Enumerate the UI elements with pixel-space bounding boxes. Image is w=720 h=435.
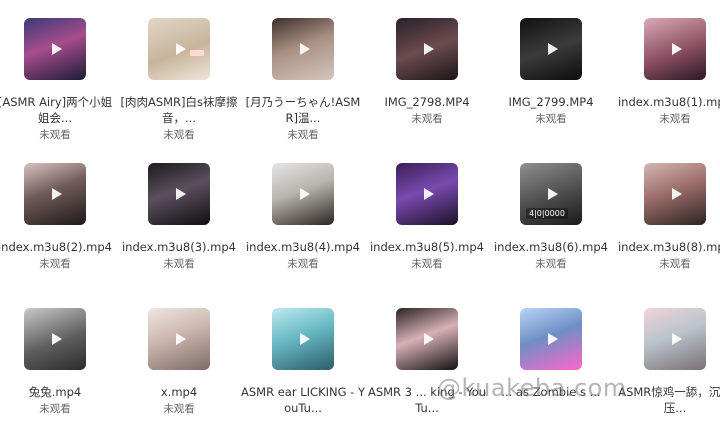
play-icon	[672, 188, 682, 200]
video-thumbnail[interactable]	[520, 18, 582, 80]
video-thumbnail[interactable]	[148, 18, 210, 80]
play-icon	[548, 333, 558, 345]
video-thumbnail[interactable]	[396, 163, 458, 225]
video-thumbnail[interactable]	[148, 163, 210, 225]
video-thumbnail[interactable]	[644, 18, 706, 80]
video-thumbnail[interactable]	[644, 163, 706, 225]
video-title[interactable]: index.m3u8(3).mp4	[117, 239, 241, 255]
video-tile[interactable]: ... as Zombie s ...	[489, 308, 613, 402]
video-title[interactable]: index.m3u8(4).mp4	[241, 239, 365, 255]
video-thumbnail[interactable]	[272, 163, 334, 225]
video-title[interactable]: index.m3u8(5).mp4	[365, 239, 489, 255]
watch-status: 未观看	[535, 258, 567, 270]
video-tile[interactable]: index.m3u8(8).mp4 未观看	[613, 163, 720, 271]
video-thumbnail[interactable]	[24, 163, 86, 225]
play-icon	[300, 43, 310, 55]
video-title[interactable]: index.m3u8(6).mp4	[489, 239, 613, 255]
watch-status: 未观看	[535, 113, 567, 125]
play-icon	[548, 188, 558, 200]
video-grid: [ASMR Airy]两个小姐姐会... 未观看 [肉肉ASMR]白s袜摩擦音，…	[0, 0, 720, 435]
watch-status: 未观看	[163, 258, 195, 270]
video-thumbnail[interactable]: 4|0|0000	[520, 163, 582, 225]
play-icon	[424, 333, 434, 345]
video-title[interactable]: [ASMR Airy]两个小姐姐会...	[0, 94, 117, 126]
watch-status: 未观看	[659, 258, 691, 270]
video-title[interactable]: x.mp4	[117, 384, 241, 400]
play-icon	[176, 188, 186, 200]
video-tile[interactable]: ASMR ear LICKING - YouTu...	[241, 308, 365, 418]
video-tile[interactable]: index.m3u8(3).mp4 未观看	[117, 163, 241, 271]
video-tile[interactable]: IMG_2798.MP4 未观看	[365, 18, 489, 126]
video-title[interactable]: ... as Zombie s ...	[489, 384, 613, 400]
play-icon	[176, 43, 186, 55]
video-thumbnail[interactable]	[520, 308, 582, 370]
video-tile[interactable]: IMG_2799.MP4 未观看	[489, 18, 613, 126]
video-thumbnail[interactable]	[396, 18, 458, 80]
watch-status: 未观看	[39, 258, 71, 270]
video-title[interactable]: ASMR 3 ... king - YouTu...	[365, 384, 489, 416]
video-tile[interactable]: x.mp4 未观看	[117, 308, 241, 416]
video-title[interactable]: index.m3u8(8).mp4	[613, 239, 720, 255]
video-tile[interactable]: ASMR 3 ... king - YouTu...	[365, 308, 489, 418]
video-tile[interactable]: index.m3u8(1).mp4 未观看	[613, 18, 720, 126]
video-tile[interactable]: [月乃うーちゃん!ASMR]温... 未观看	[241, 18, 365, 142]
play-icon	[300, 188, 310, 200]
play-icon	[424, 43, 434, 55]
play-icon	[424, 188, 434, 200]
watch-status: 未观看	[163, 403, 195, 415]
video-thumbnail[interactable]	[644, 308, 706, 370]
video-thumbnail[interactable]	[272, 18, 334, 80]
video-thumbnail[interactable]	[272, 308, 334, 370]
watch-status: 未观看	[287, 258, 319, 270]
video-title[interactable]: ASMR惊鸡一舔，沉闷压...	[613, 384, 720, 416]
video-tile[interactable]: index.m3u8(4).mp4 未观看	[241, 163, 365, 271]
video-thumbnail[interactable]	[24, 308, 86, 370]
video-title[interactable]: index.m3u8(2).mp4	[0, 239, 117, 255]
video-tile[interactable]: [肉肉ASMR]白s袜摩擦音，... 未观看	[117, 18, 241, 142]
video-title[interactable]: IMG_2799.MP4	[489, 94, 613, 110]
video-title[interactable]: index.m3u8(1).mp4	[613, 94, 720, 110]
watch-status: 未观看	[39, 403, 71, 415]
video-thumbnail[interactable]	[24, 18, 86, 80]
watch-status: 未观看	[411, 258, 443, 270]
thumbnail-badge: 4|0|0000	[526, 208, 568, 219]
video-title[interactable]: ASMR ear LICKING - YouTu...	[241, 384, 365, 416]
video-tile[interactable]: 4|0|0000 index.m3u8(6).mp4 未观看	[489, 163, 613, 271]
play-icon	[300, 333, 310, 345]
watch-status: 未观看	[411, 113, 443, 125]
video-title[interactable]: [月乃うーちゃん!ASMR]温...	[241, 94, 365, 126]
video-thumbnail[interactable]	[148, 308, 210, 370]
video-title[interactable]: [肉肉ASMR]白s袜摩擦音，...	[117, 94, 241, 126]
play-icon	[548, 43, 558, 55]
watch-status: 未观看	[39, 129, 71, 141]
play-icon	[52, 188, 62, 200]
video-tile[interactable]: ASMR惊鸡一舔，沉闷压...	[613, 308, 720, 418]
watch-status: 未观看	[287, 129, 319, 141]
video-thumbnail[interactable]	[396, 308, 458, 370]
watch-status: 未观看	[163, 129, 195, 141]
play-icon	[176, 333, 186, 345]
play-icon	[672, 333, 682, 345]
corner-badge	[190, 50, 204, 56]
watch-status: 未观看	[659, 113, 691, 125]
video-title[interactable]: IMG_2798.MP4	[365, 94, 489, 110]
video-tile[interactable]: 兔兔.mp4 未观看	[0, 308, 117, 416]
video-tile[interactable]: index.m3u8(2).mp4 未观看	[0, 163, 117, 271]
play-icon	[52, 43, 62, 55]
video-title[interactable]: 兔兔.mp4	[0, 384, 117, 400]
play-icon	[672, 43, 682, 55]
video-tile[interactable]: index.m3u8(5).mp4 未观看	[365, 163, 489, 271]
video-tile[interactable]: [ASMR Airy]两个小姐姐会... 未观看	[0, 18, 117, 142]
play-icon	[52, 333, 62, 345]
